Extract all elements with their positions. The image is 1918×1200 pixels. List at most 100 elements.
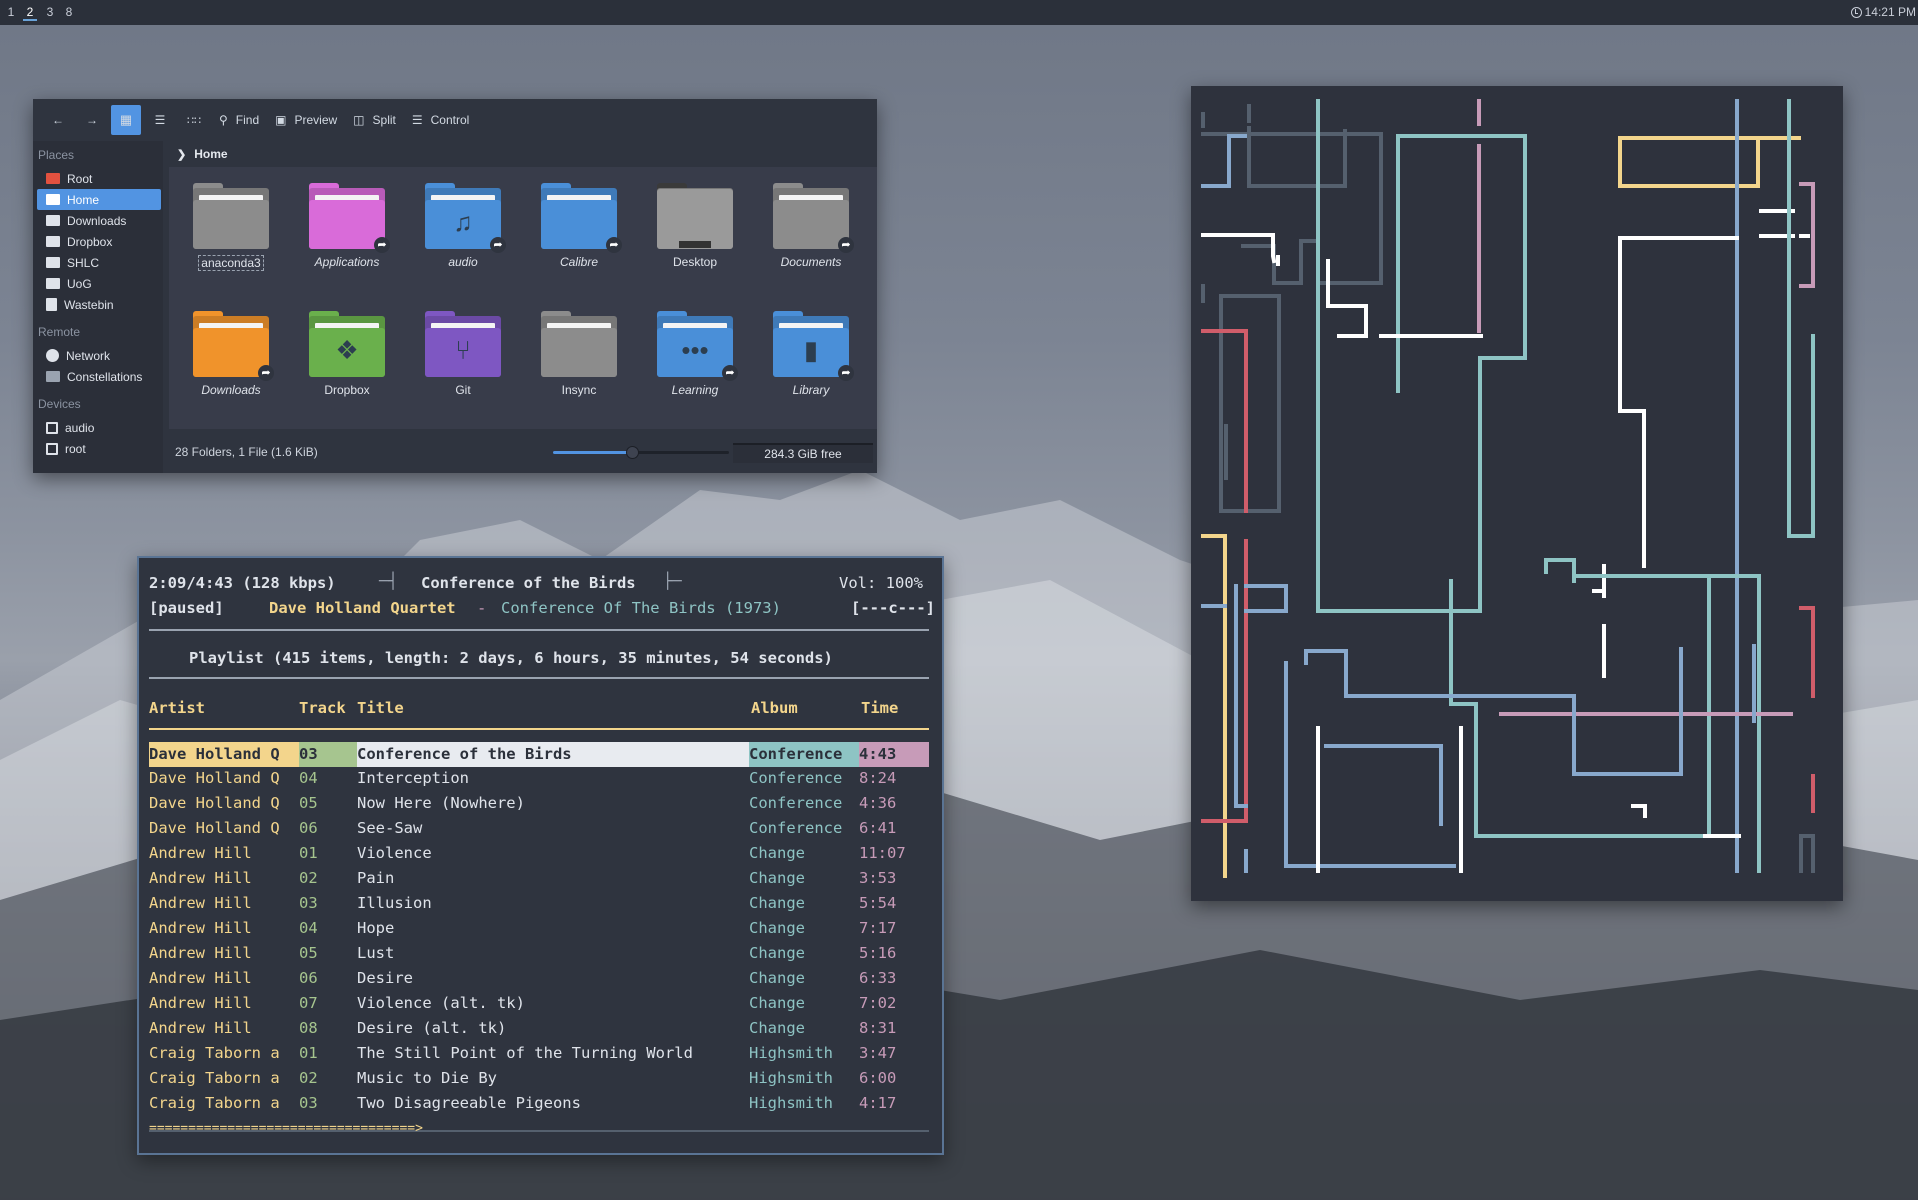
playlist-title: See-Saw xyxy=(357,819,423,837)
playlist-album: Highsmith xyxy=(749,1069,833,1087)
col-track[interactable]: Track xyxy=(299,699,346,717)
playlist-track: 04 xyxy=(299,769,318,787)
sidebar-item-root[interactable]: Root xyxy=(37,168,161,189)
sidebar-item-downloads[interactable]: Downloads xyxy=(37,210,161,231)
folder-icon xyxy=(657,183,733,249)
folder-label: Applications xyxy=(314,255,380,269)
playlist-row[interactable]: Dave Holland Q 05 Now Here (Nowhere) Confer… xyxy=(149,792,929,817)
zoom-slider[interactable] xyxy=(553,446,729,459)
breadcrumb-home[interactable]: Home xyxy=(194,147,227,161)
folder-label: Desktop xyxy=(672,255,718,269)
globe-icon xyxy=(46,349,59,362)
now-playing-artist: Dave Holland Quartet xyxy=(269,599,456,617)
workspace-8[interactable]: 8 xyxy=(62,5,76,19)
playlist-row[interactable]: Craig Taborn a 01 The Still Point of the T… xyxy=(149,1042,929,1067)
art-line xyxy=(1631,804,1647,818)
playlist-row[interactable]: Andrew Hill 05 Lust Change 5:16 xyxy=(149,942,929,967)
clock[interactable]: 14:21 PM xyxy=(1850,5,1916,19)
playlist-album: Highsmith xyxy=(749,1044,833,1062)
sidebar-item-root-device[interactable]: root xyxy=(37,438,161,459)
folder-item[interactable]: ➦ Applications xyxy=(297,183,397,269)
header-divider xyxy=(149,629,929,631)
playlist-album: Change xyxy=(749,969,805,987)
back-button[interactable]: ← xyxy=(43,105,73,135)
art-line xyxy=(1244,584,1288,613)
col-time[interactable]: Time xyxy=(861,699,898,717)
folder-item[interactable]: ❖ Dropbox xyxy=(297,311,397,397)
preview-button[interactable]: ▣ Preview xyxy=(269,105,343,135)
symlink-icon: ➦ xyxy=(606,237,622,253)
sidebar-item-network[interactable]: Network xyxy=(37,345,161,366)
sidebar-item-wastebin[interactable]: Wastebin xyxy=(37,294,161,315)
workspace-1[interactable]: 1 xyxy=(4,5,18,19)
playlist-row[interactable]: Dave Holland Q 04 Interception Conference 8:… xyxy=(149,767,929,792)
sidebar-item-shlc[interactable]: SHLC xyxy=(37,252,161,273)
playlist-title: Lust xyxy=(357,944,395,962)
col-album[interactable]: Album xyxy=(751,699,798,717)
playlist-row[interactable]: Craig Taborn a 02 Music to Die By Highsmith… xyxy=(149,1067,929,1092)
folder-item[interactable]: ♫ ➦ audio xyxy=(413,183,513,269)
devices-header: Devices xyxy=(38,397,81,411)
folder-label: Library xyxy=(792,383,830,397)
playlist-time: 4:36 xyxy=(859,794,897,812)
col-title[interactable]: Title xyxy=(357,699,404,717)
sidebar-item-home[interactable]: Home xyxy=(37,189,161,210)
list-view-button[interactable]: ☰ xyxy=(145,105,175,135)
playlist-title: Hope xyxy=(357,919,395,937)
playlist-row[interactable]: Andrew Hill 02 Pain Change 3:53 xyxy=(149,867,929,892)
folder-item[interactable]: ••• ➦ Learning xyxy=(645,311,745,397)
col-artist[interactable]: Artist xyxy=(149,699,205,717)
folder-item[interactable]: ➦ Documents xyxy=(761,183,861,269)
icon-view-button[interactable]: ▦ xyxy=(111,105,141,135)
playlist-row[interactable]: Andrew Hill 07 Violence (alt. tk) Change 7:0… xyxy=(149,992,929,1017)
folder-item[interactable]: Insync xyxy=(529,311,629,397)
compact-view-button[interactable]: ∷∷ xyxy=(179,105,209,135)
playlist-artist: Craig Taborn a xyxy=(149,1069,280,1087)
playlist-artist: Andrew Hill xyxy=(149,844,252,862)
sidebar-item-constellations[interactable]: Constellations xyxy=(37,366,161,387)
folder-item[interactable]: ➦ Calibre xyxy=(529,183,629,269)
workspace-2[interactable]: 2 xyxy=(23,5,37,21)
playlist-title: Desire (alt. tk) xyxy=(357,1019,507,1037)
playlist-row[interactable]: Dave Holland Q 06 See-Saw Conference 6:41 xyxy=(149,817,929,842)
top-panel: 1 2 3 8 14:21 PM xyxy=(0,0,1918,25)
progress-bar[interactable]: ==================================> xyxy=(149,1121,423,1136)
folder-item[interactable]: ▮ ➦ Library xyxy=(761,311,861,397)
playlist-row[interactable]: Dave Holland Q 03 Conference of the Birds C… xyxy=(149,742,929,767)
clock-time: 14:21 PM xyxy=(1864,5,1916,19)
folder-item[interactable]: anaconda3 xyxy=(181,183,281,271)
places-header: Places xyxy=(38,148,75,162)
folder-item[interactable]: Desktop xyxy=(645,183,745,269)
workspace-3[interactable]: 3 xyxy=(43,5,57,19)
sidebar-item-uog[interactable]: UoG xyxy=(37,273,161,294)
playlist-title: Pain xyxy=(357,869,395,887)
sidebar-item-audio[interactable]: audio xyxy=(37,417,161,438)
playlist-track: 05 xyxy=(299,944,318,962)
playlist-track: 02 xyxy=(299,869,318,887)
playlist-row[interactable]: Andrew Hill 03 Illusion Change 5:54 xyxy=(149,892,929,917)
playlist-row[interactable]: Craig Taborn a 03 Two Disagreeable Pigeons… xyxy=(149,1092,929,1117)
folder-item[interactable]: ➦ Downloads xyxy=(181,311,281,397)
volume[interactable]: Vol: 100% xyxy=(839,574,923,592)
playlist-row[interactable]: Andrew Hill 06 Desire Change 6:33 xyxy=(149,967,929,992)
folder-emblem-icon: ▮ xyxy=(803,335,819,365)
file-grid: anaconda3 ➦ Applications ♫ ➦ audio ➦ Calibre Des… xyxy=(169,171,877,429)
playlist-row[interactable]: Andrew Hill 01 Violence Change 11:07 xyxy=(149,842,929,867)
forward-button[interactable]: → xyxy=(77,105,107,135)
playlist-artist: Craig Taborn a xyxy=(149,1044,280,1062)
control-button[interactable]: ☰ Control xyxy=(406,105,475,135)
sidebar-item-dropbox[interactable]: Dropbox xyxy=(37,231,161,252)
folder-item[interactable]: ⑂ Git xyxy=(413,311,513,397)
title-right-deco: ├─ xyxy=(663,572,682,590)
playlist-artist: Andrew Hill xyxy=(149,1019,252,1037)
folder-label: Dropbox xyxy=(324,383,370,397)
sidebar-item-label: Network xyxy=(66,348,111,363)
zoom-slider-handle[interactable] xyxy=(626,446,640,459)
split-button[interactable]: ◫ Split xyxy=(347,105,402,135)
line-art-window xyxy=(1191,86,1843,901)
playlist-row[interactable]: Andrew Hill 04 Hope Change 7:17 xyxy=(149,917,929,942)
find-button[interactable]: ⚲ Find xyxy=(213,105,265,135)
folder-emblem-icon: ⑂ xyxy=(455,335,471,365)
playlist-time: 11:07 xyxy=(859,844,906,862)
playlist-row[interactable]: Andrew Hill 08 Desire (alt. tk) Change 8:31 xyxy=(149,1017,929,1042)
